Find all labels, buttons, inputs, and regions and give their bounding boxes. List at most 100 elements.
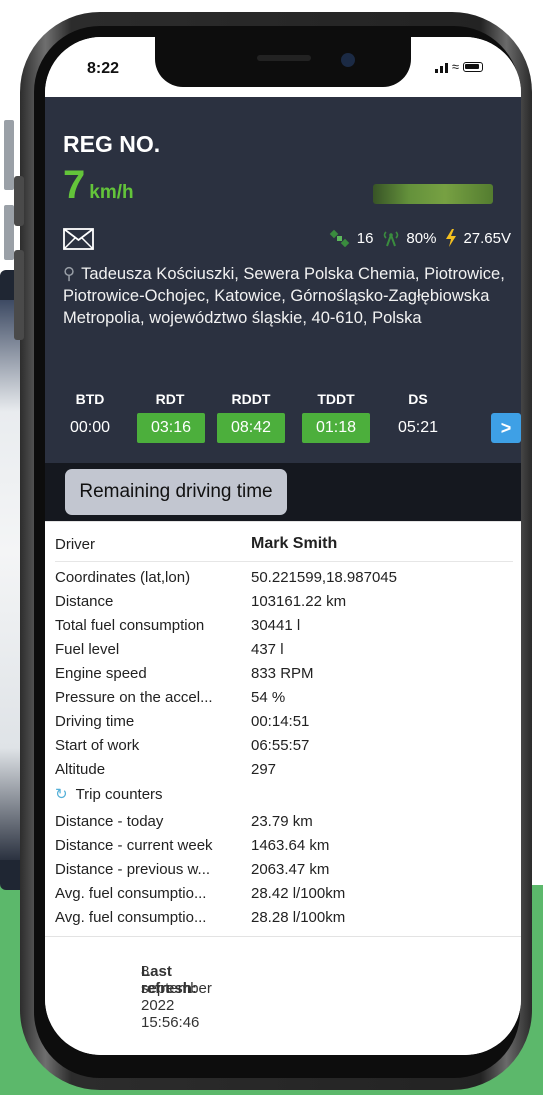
row-value: 00:14:51	[251, 713, 310, 730]
lightning-bolt-icon	[446, 229, 457, 247]
table-row: Altitude 297	[55, 758, 513, 782]
phone-screen: 8:22 ≈ REG NO. 7 km/h 16 80% 27.65V ⚲ Ta…	[45, 37, 521, 1055]
refresh-icon: ↻	[55, 786, 68, 803]
location-pin-icon: ⚲	[63, 265, 76, 283]
table-row: Total fuel consumption 30441 l	[55, 614, 513, 638]
row-label: Altitude	[55, 761, 106, 778]
row-value: 103161.22 km	[251, 593, 347, 610]
table-row: Start of work 06:55:57	[55, 734, 513, 758]
row-value: Mark Smith	[251, 535, 338, 552]
table-row: Distance 103161.22 km	[55, 590, 513, 614]
table-row: Engine speed 833 RPM	[55, 662, 513, 686]
speaker	[257, 55, 311, 61]
row-label: Avg. fuel consumptio...	[55, 885, 207, 902]
row-value: 833 RPM	[251, 665, 314, 682]
satellite-icon	[329, 229, 349, 247]
row-value: 06:55:57	[251, 737, 310, 754]
trip-counters-heading[interactable]: ↻ Trip counters	[55, 785, 355, 809]
signal-tower-icon	[384, 231, 399, 247]
phone-side-button	[14, 250, 24, 340]
table-row: Avg. fuel consumptio... 28.42 l/100km	[55, 882, 513, 906]
background-device-button	[4, 120, 14, 190]
table-row: Distance - today 23.79 km	[55, 810, 513, 834]
timer-label-rdt: RDT	[155, 391, 185, 407]
timer-value-ds: 05:21	[397, 419, 439, 436]
row-value: 28.42 l/100km	[251, 885, 346, 902]
row-label: Driving time	[55, 713, 135, 730]
satellites-count: 16	[356, 229, 374, 247]
tab-strip: Remaining driving time	[45, 463, 521, 521]
last-refresh-value: 8 september 2022 15:56:46	[141, 963, 212, 1031]
notch	[155, 37, 411, 87]
row-label: Distance - today	[55, 813, 164, 830]
speed-unit: km/h	[89, 182, 134, 203]
timer-value-btd: 00:00	[69, 419, 111, 436]
row-label: Engine speed	[55, 665, 147, 682]
table-row: Distance - previous w... 2063.47 km	[55, 858, 513, 882]
row-label: Start of work	[55, 737, 140, 754]
timer-label-rddt: RDDT	[231, 391, 271, 407]
timer-labels: BTD RDT RDDT TDDT DS	[45, 391, 521, 411]
blurred-plate	[373, 184, 493, 204]
row-value: 28.28 l/100km	[251, 909, 346, 926]
address: ⚲ Tadeusza Kościuszki, Sewera Polska Chem…	[63, 263, 513, 329]
last-refresh-footer: Last refresh: 8 september 2022 15:56:46	[45, 936, 521, 1031]
voltage-value: 27.65V	[463, 229, 511, 247]
vehicle-metrics: 16 80% 27.65V	[329, 229, 511, 247]
row-label: Coordinates (lat,lon)	[55, 569, 191, 586]
cell-signal-icon	[434, 62, 448, 73]
row-value: 1463.64 km	[251, 837, 330, 854]
wifi-icon: ≈	[451, 59, 459, 74]
row-value: 50.221599,18.987045	[251, 569, 397, 586]
trip-counters-label: Trip counters	[75, 786, 163, 803]
envelope-icon[interactable]	[63, 228, 94, 250]
row-value: 54 %	[251, 689, 286, 706]
row-label: Total fuel consumption	[55, 617, 205, 634]
table-row: Distance - current week 1463.64 km	[55, 834, 513, 858]
timer-label-ds: DS	[408, 391, 428, 407]
reg-number-label: REG NO.	[63, 131, 161, 157]
status-icons: ≈	[434, 59, 483, 74]
row-value: 30441 l	[251, 617, 301, 634]
gsm-signal-metric: 80%	[382, 229, 436, 247]
remaining-driving-time-button[interactable]: Remaining driving time	[65, 469, 287, 515]
timer-label-btd: BTD	[75, 391, 105, 407]
row-value: 437 l	[251, 641, 284, 658]
next-timers-button[interactable]: >	[491, 413, 521, 443]
row-label: Avg. fuel consumptio...	[55, 909, 207, 926]
status-bar: 8:22 ≈	[45, 37, 521, 97]
vehicle-header: REG NO. 7 km/h 16 80% 27.65V ⚲ Tadeusza …	[45, 97, 521, 463]
timer-values: 00:00 03:16 08:42 01:18 05:21	[45, 413, 521, 443]
timer-value-rddt: 08:42	[217, 413, 285, 443]
row-label: Fuel level	[55, 641, 120, 658]
background-device-button	[4, 205, 14, 260]
timer-label-tddt: TDDT	[317, 391, 355, 407]
row-label: Driver	[55, 536, 95, 553]
phone-side-button	[14, 176, 24, 226]
timer-value-tddt: 01:18	[302, 413, 370, 443]
row-value: 2063.47 km	[251, 861, 330, 878]
row-label: Distance - current week	[55, 837, 213, 854]
table-row-driver: Driver Mark Smith	[55, 530, 513, 562]
voltage-metric: 27.65V	[445, 229, 511, 247]
battery-icon	[463, 62, 483, 72]
row-label: Distance	[55, 593, 114, 610]
row-value: 297	[251, 761, 277, 778]
row-label: Pressure on the accel...	[55, 689, 213, 706]
status-time: 8:22	[87, 60, 120, 77]
address-text: Tadeusza Kościuszki, Sewera Polska Chemi…	[63, 265, 505, 327]
table-row: Fuel level 437 l	[55, 638, 513, 662]
speed-readout: 7 km/h	[63, 163, 134, 208]
table-row: Driving time 00:14:51	[55, 710, 513, 734]
row-label: Distance - previous w...	[55, 861, 211, 878]
table-row: Coordinates (lat,lon) 50.221599,18.98704…	[55, 566, 513, 590]
front-camera	[341, 53, 355, 67]
row-value: 23.79 km	[251, 813, 313, 830]
table-row: Avg. fuel consumptio... 28.28 l/100km	[55, 906, 513, 930]
satellites-metric: 16	[329, 229, 374, 247]
timer-value-rdt: 03:16	[137, 413, 205, 443]
gsm-signal-value: 80%	[406, 229, 437, 247]
vehicle-info-table: Driver Mark Smith Coordinates (lat,lon) …	[45, 521, 521, 1055]
table-row: Pressure on the accel... 54 %	[55, 686, 513, 710]
speed-value: 7	[63, 163, 86, 207]
